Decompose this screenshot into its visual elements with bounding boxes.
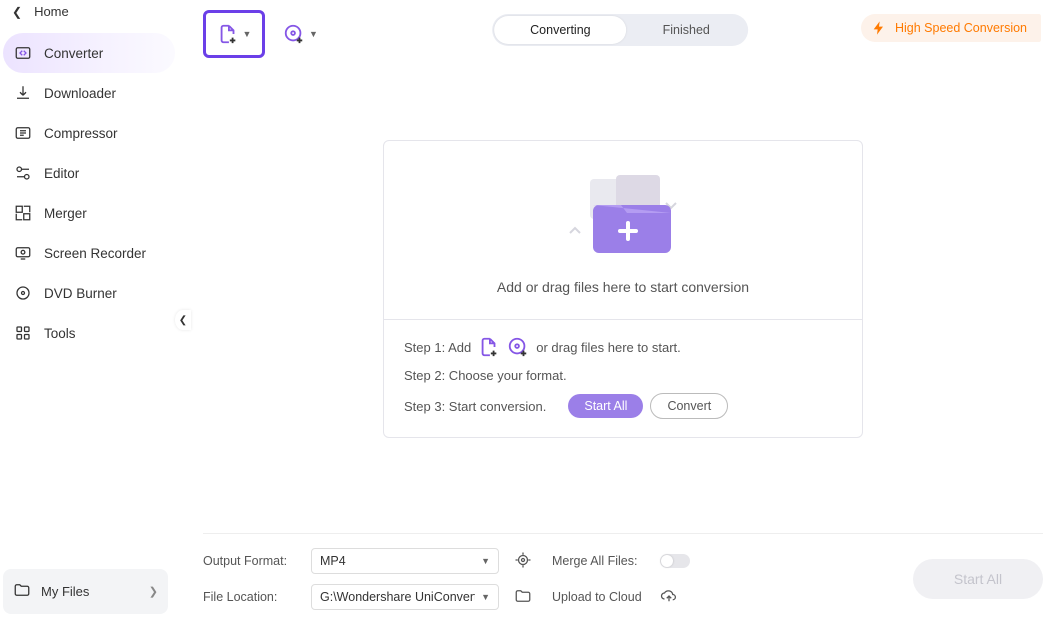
folder-icon bbox=[13, 581, 31, 602]
nav-label: Tools bbox=[44, 326, 76, 341]
add-file-icon[interactable] bbox=[478, 336, 500, 358]
chevron-down-icon: ▼ bbox=[243, 29, 252, 39]
steps-panel: Step 1: Add or drag files here to start.… bbox=[384, 319, 862, 437]
sidebar-item-screen-recorder[interactable]: Screen Recorder bbox=[3, 233, 175, 273]
output-format-label: Output Format: bbox=[203, 554, 303, 568]
upload-cloud-label: Upload to Cloud bbox=[552, 590, 652, 604]
downloader-icon bbox=[14, 84, 32, 102]
my-files-label: My Files bbox=[41, 584, 89, 599]
merge-files-label: Merge All Files: bbox=[552, 554, 652, 568]
convert-mini-button[interactable]: Convert bbox=[650, 393, 728, 419]
merger-icon bbox=[14, 204, 32, 222]
nav-label: Converter bbox=[44, 46, 103, 61]
editor-icon bbox=[14, 164, 32, 182]
compressor-icon bbox=[14, 124, 32, 142]
format-settings-icon[interactable] bbox=[514, 551, 544, 572]
nav-label: Downloader bbox=[44, 86, 116, 101]
converter-icon bbox=[14, 44, 32, 62]
sidebar-item-merger[interactable]: Merger bbox=[3, 193, 175, 233]
step2-text: Step 2: Choose your format. bbox=[404, 368, 567, 383]
main-panel: ▼ ▼ Converting Finished High Speed Conve… bbox=[183, 0, 1057, 624]
chevron-down-icon: ▼ bbox=[481, 556, 490, 566]
home-label: Home bbox=[34, 4, 69, 19]
step1-pre: Step 1: Add bbox=[404, 340, 471, 355]
dropzone-area[interactable]: Add or drag files here to start conversi… bbox=[384, 141, 862, 319]
high-speed-conversion-button[interactable]: High Speed Conversion bbox=[861, 14, 1041, 42]
nav-label: Editor bbox=[44, 166, 79, 181]
sidebar-item-converter[interactable]: Converter bbox=[3, 33, 175, 73]
start-all-button[interactable]: Start All bbox=[913, 559, 1043, 599]
nav-label: Merger bbox=[44, 206, 87, 221]
lightning-icon bbox=[871, 20, 887, 36]
add-disc-button[interactable]: ▼ bbox=[283, 23, 318, 45]
step1-post: or drag files here to start. bbox=[536, 340, 681, 355]
file-location-label: File Location: bbox=[203, 590, 303, 604]
sidebar-item-downloader[interactable]: Downloader bbox=[3, 73, 175, 113]
add-file-icon bbox=[217, 23, 239, 45]
chevron-down-icon: ▼ bbox=[309, 29, 318, 39]
dropzone: Add or drag files here to start conversi… bbox=[383, 140, 863, 438]
tab-finished[interactable]: Finished bbox=[627, 16, 746, 44]
screen-recorder-icon bbox=[14, 244, 32, 262]
sidebar-item-tools[interactable]: Tools bbox=[3, 313, 175, 353]
start-all-mini-button[interactable]: Start All bbox=[568, 394, 643, 418]
tab-converting[interactable]: Converting bbox=[494, 16, 626, 44]
nav-label: Compressor bbox=[44, 126, 118, 141]
chevron-down-icon: ▼ bbox=[481, 592, 490, 602]
merge-files-toggle[interactable] bbox=[660, 554, 690, 568]
open-folder-icon[interactable] bbox=[514, 587, 544, 608]
chevron-right-icon: ❯ bbox=[149, 585, 158, 598]
back-icon: ❮ bbox=[12, 5, 22, 19]
dropzone-text: Add or drag files here to start conversi… bbox=[404, 279, 842, 295]
add-disc-icon[interactable] bbox=[507, 336, 529, 358]
upload-cloud-icon[interactable] bbox=[660, 587, 780, 608]
dropzone-illustration-icon bbox=[558, 173, 688, 265]
nav-label: Screen Recorder bbox=[44, 246, 146, 261]
output-format-dropdown[interactable]: MP4▼ bbox=[311, 548, 499, 574]
my-files-button[interactable]: My Files ❯ bbox=[3, 569, 168, 614]
step3-text: Step 3: Start conversion. bbox=[404, 399, 546, 414]
footer-bar: Output Format: MP4▼ Merge All Files: Sta… bbox=[203, 533, 1043, 624]
file-location-dropdown[interactable]: G:\Wondershare UniConverter ▼ bbox=[311, 584, 499, 610]
sidebar-item-editor[interactable]: Editor bbox=[3, 153, 175, 193]
tools-icon bbox=[14, 324, 32, 342]
sidebar-item-compressor[interactable]: Compressor bbox=[3, 113, 175, 153]
add-disc-icon bbox=[283, 23, 305, 45]
home-nav[interactable]: ❮ Home bbox=[0, 0, 183, 33]
tab-bar: Converting Finished bbox=[492, 14, 748, 46]
sidebar: ❮ Home Converter Downloader Compressor E… bbox=[0, 0, 183, 624]
hsc-label: High Speed Conversion bbox=[895, 21, 1027, 35]
nav-label: DVD Burner bbox=[44, 286, 117, 301]
add-file-button[interactable]: ▼ bbox=[203, 10, 265, 58]
dvd-burner-icon bbox=[14, 284, 32, 302]
sidebar-item-dvd-burner[interactable]: DVD Burner bbox=[3, 273, 175, 313]
